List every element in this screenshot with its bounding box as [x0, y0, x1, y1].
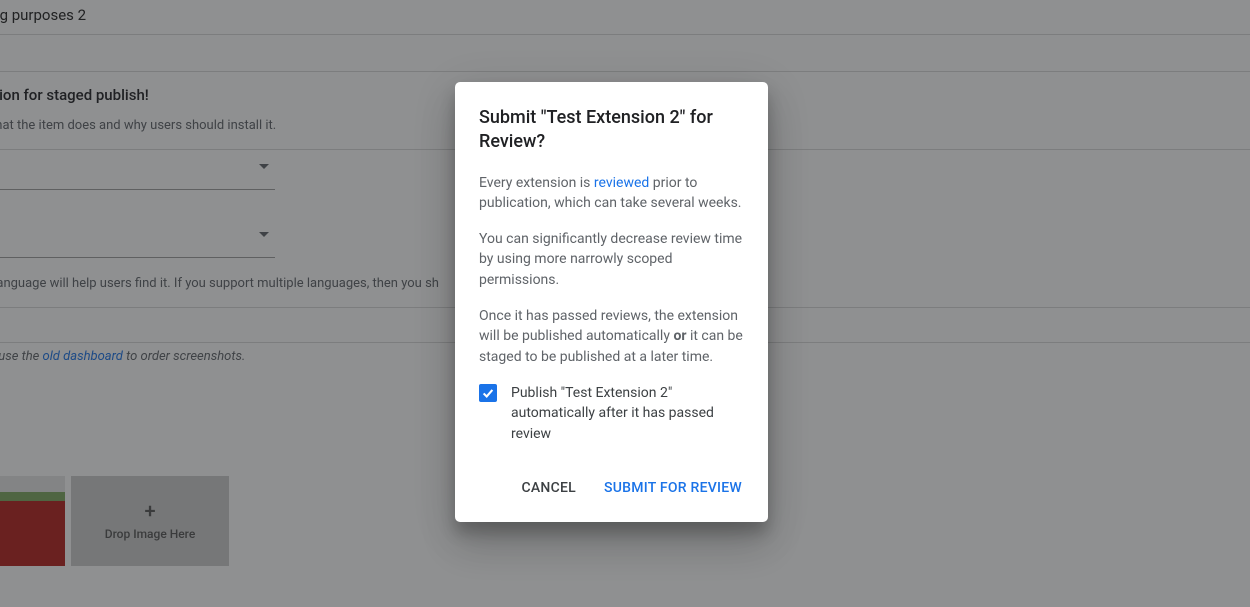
cancel-button[interactable]: CANCEL: [512, 472, 586, 504]
dialog-paragraph-publish: Once it has passed reviews, the extensio…: [479, 306, 744, 367]
reviewed-link[interactable]: reviewed: [594, 175, 649, 191]
auto-publish-checkbox-row: Publish "Test Extension 2" automatically…: [479, 383, 744, 444]
dialog-title: Submit "Test Extension 2" for Review?: [479, 106, 744, 155]
dialog-p3-bold: or: [673, 328, 686, 344]
submit-for-review-button[interactable]: SUBMIT FOR REVIEW: [594, 472, 752, 504]
check-icon: [481, 386, 495, 400]
submit-review-dialog: Submit "Test Extension 2" for Review? Ev…: [455, 82, 768, 522]
dialog-paragraph-review: Every extension is reviewed prior to pub…: [479, 173, 744, 214]
dialog-actions: CANCEL SUBMIT FOR REVIEW: [471, 472, 752, 504]
dialog-paragraph-permissions: You can significantly decrease review ti…: [479, 229, 744, 290]
dialog-p1-prefix: Every extension is: [479, 175, 594, 191]
auto-publish-checkbox[interactable]: [479, 384, 497, 402]
auto-publish-label: Publish "Test Extension 2" automatically…: [511, 383, 744, 444]
